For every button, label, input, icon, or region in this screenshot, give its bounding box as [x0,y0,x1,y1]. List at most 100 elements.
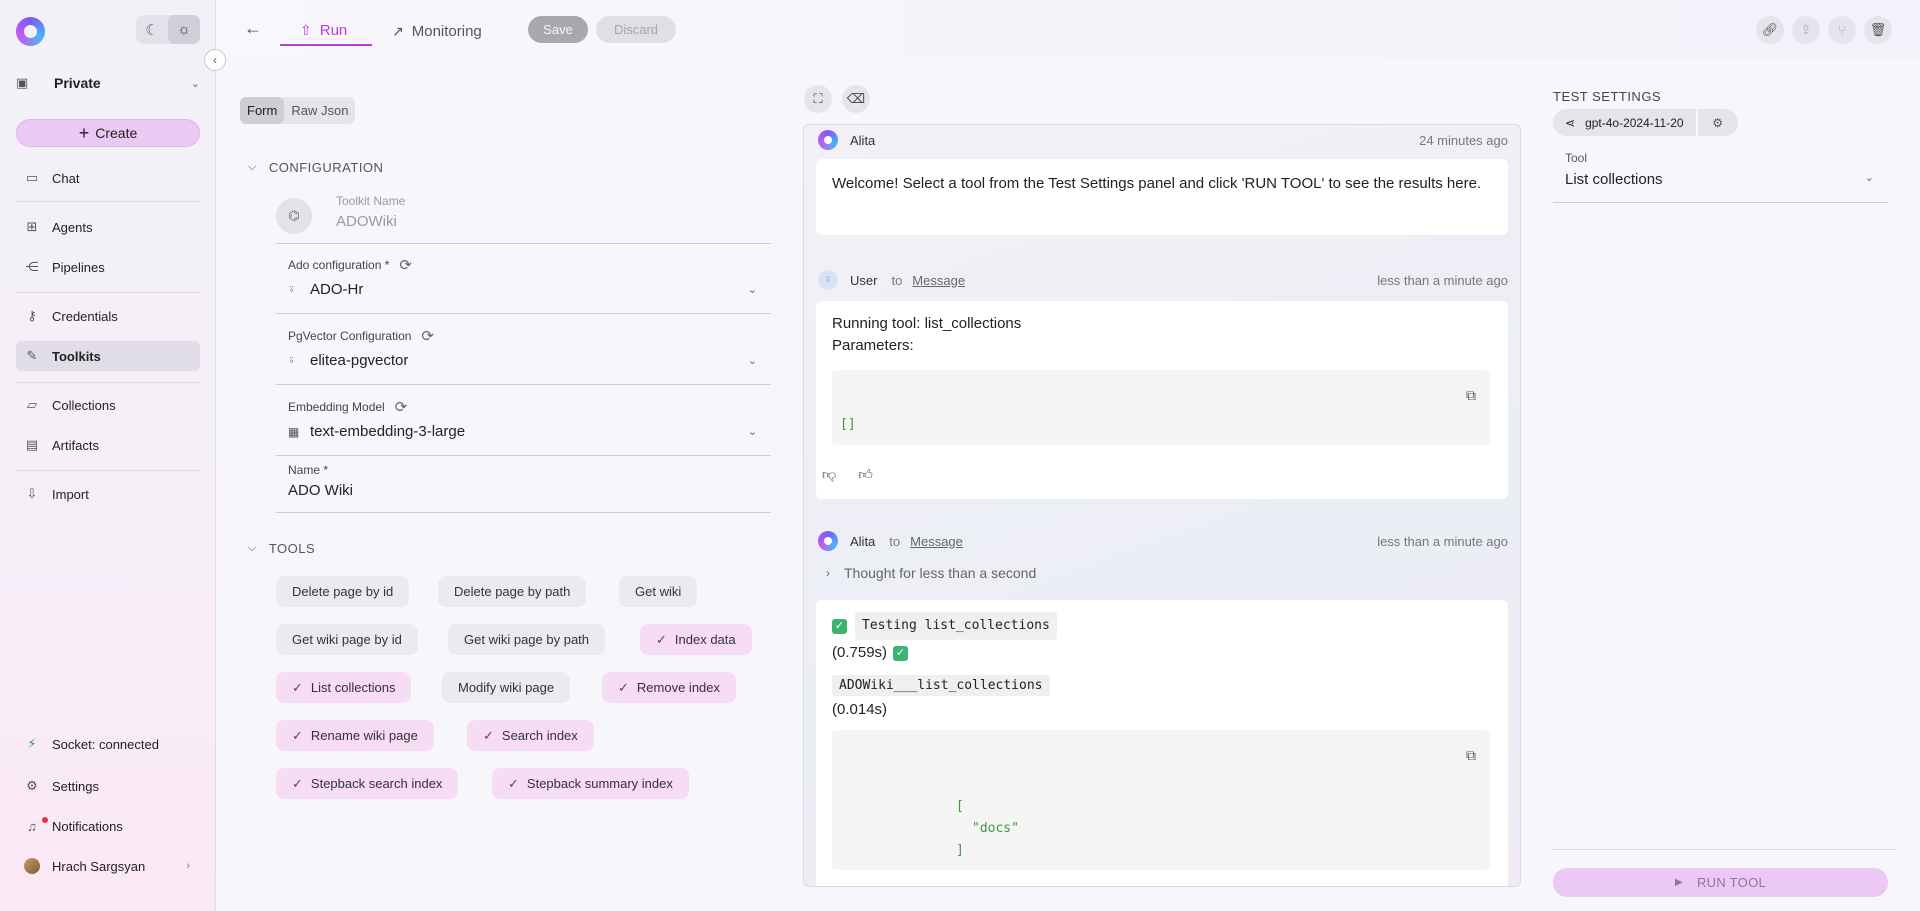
link-icon[interactable]: 🔗︎ [1756,16,1784,44]
moon-icon[interactable]: ☾ [136,15,168,44]
tool-chip[interactable]: ✓ Remove index [602,672,737,703]
message-target-link[interactable]: Message [912,273,965,288]
sidebar-item-notifications[interactable]: ♫ Notifications [16,811,200,841]
sidebar-item-label: Collections [52,397,116,413]
collapse-sidebar-button[interactable]: ‹ [204,49,226,71]
divider [16,292,200,293]
check-icon: ✓ [292,679,303,695]
fork-icon[interactable]: ⑂ [1828,16,1856,44]
model-settings-icon[interactable]: ⚙ [1697,109,1738,136]
message-target-link[interactable]: Message [910,534,963,549]
tool-chip-label: Rename wiki page [310,728,418,743]
tool-chip[interactable]: Delete page by id [276,576,410,607]
create-label: Create [95,125,138,141]
ado-configuration-select[interactable]: Ado configuration * ⟳ ⍤ ADO-Hr ⌄ [276,256,771,314]
alita-avatar [818,130,838,150]
divider [16,382,200,383]
import-icon: ⇩ [26,486,38,501]
message-text: Running tool: list_collections [832,315,1022,332]
embedding-model-select[interactable]: Embedding Model ⟳ ▦ text-embedding-3-lar… [276,398,771,456]
field-label: Embedding Model [288,400,385,414]
sidebar-item-collections[interactable]: ▱ Collections [16,390,200,420]
sidebar-item-credentials[interactable]: ⚷ Credentials [16,301,200,331]
tool-chip[interactable]: Modify wiki page [442,672,571,703]
tool-chip[interactable]: Get wiki [619,576,698,607]
sidebar-item-artifacts[interactable]: ▤ Artifacts [16,430,200,460]
view-form-button[interactable]: Form [240,97,285,124]
clear-chat-icon[interactable]: ⌫ [842,85,870,113]
tool-chip[interactable]: Get wiki page by path [448,624,606,655]
code-text: [] [840,417,856,432]
view-raw-json-button[interactable]: Raw Json [284,97,355,124]
tools-section-header[interactable]: ⌵ TOOLS [248,538,315,558]
sidebar-item-toolkits[interactable]: ✎ Toolkits [16,341,200,371]
sidebar-item-pipelines[interactable]: ⋲ Pipelines [16,252,200,282]
export-icon[interactable]: ⇪ [1792,16,1820,44]
refresh-icon[interactable]: ⟳ [399,256,412,274]
toolkit-name-field[interactable]: Toolkit Name ADOWiki [276,194,771,244]
fullscreen-icon[interactable]: ⛶ [804,85,832,113]
tool-chip-label: Get wiki page by id [292,632,402,647]
chevron-down-icon: ⌵ [248,541,257,554]
tool-chip[interactable]: ✓ Rename wiki page [276,720,434,751]
tool-select[interactable]: Tool List collections ⌄ [1553,151,1888,203]
tool-chip[interactable]: Delete page by path [438,576,587,607]
tool-chip[interactable]: ✓ Search index [467,720,594,751]
project-selector[interactable]: ▣ Private ⌄ [16,70,200,96]
message-to: to [891,272,903,288]
code-text: [ [956,799,964,814]
sidebar-item-chat[interactable]: ▭ Chat [16,163,200,193]
app-logo[interactable] [16,17,45,46]
tab-run[interactable]: ⇧ Run [280,16,372,46]
copy-icon[interactable]: ⧉ [1466,744,1476,766]
refresh-icon[interactable]: ⟳ [395,398,408,416]
sidebar-item-agents[interactable]: ⊞ Agents [16,212,200,242]
model-chip[interactable]: ⋖ gpt-4o-2024-11-20 [1553,109,1696,136]
thumbs-up-icon[interactable]: 👍︎ [858,463,873,485]
sidebar-item-settings[interactable]: ⚙ Settings [16,771,200,801]
run-tool-button[interactable]: ▶ RUN TOOL [1553,868,1888,897]
theme-toggle[interactable]: ☾ ☼ [136,15,200,44]
check-icon: ✓ [292,775,303,791]
tool-chip-label: Delete page by path [454,584,571,599]
user-menu[interactable]: Hrach Sargsyan › [16,851,200,881]
create-button[interactable]: + Create [16,119,200,147]
model-selector[interactable]: ⋖ gpt-4o-2024-11-20 ⚙ [1553,109,1738,136]
thumbs-down-icon[interactable]: 👎︎ [822,463,836,485]
field-label: Toolkit Name [336,194,406,208]
briefcase-icon: ▣ [16,75,29,90]
tool-chip[interactable]: ✓ List collections [276,672,412,703]
chevron-down-icon: ⌄ [747,355,757,367]
back-arrow-icon[interactable]: ← [244,18,262,39]
trash-icon[interactable]: 🗑︎ [1864,16,1892,44]
tool-chip[interactable]: Get wiki page by id [276,624,418,655]
wrench-icon: ✎ [26,348,38,363]
chevron-right-icon: › [186,860,190,872]
refresh-icon[interactable]: ⟳ [421,327,434,345]
tool-chip[interactable]: ✓ Index data [640,624,752,655]
tool-chip[interactable]: ✓ Stepback summary index [492,768,689,799]
tab-monitoring[interactable]: ↗ Monitoring [392,16,482,46]
gear-icon: ⚙ [26,778,38,793]
person-icon: ⍤ [288,282,296,296]
field-value: elitea-pgvector [310,352,409,369]
name-field[interactable]: Name * ADO Wiki [276,463,771,513]
sidebar-item-label: Chat [52,170,80,186]
elapsed-time: (0.014s) [832,701,888,718]
configuration-section-header[interactable]: ⌵ CONFIGURATION [248,157,383,177]
thought-toggle[interactable]: › Thought for less than a second [826,565,1036,581]
chat-icon: ▭ [25,170,39,185]
sidebar-item-import[interactable]: ⇩ Import [16,479,200,509]
sidebar-item-label: Artifacts [52,437,99,453]
tool-chip[interactable]: ✓ Stepback search index [276,768,459,799]
pgvector-configuration-select[interactable]: PgVector Configuration ⟳ ⍤ elitea-pgvect… [276,327,771,385]
tool-chip-label: Stepback search index [310,776,443,791]
copy-icon[interactable]: ⧉ [1466,384,1476,406]
discard-button[interactable]: Discard [596,16,676,43]
sun-icon[interactable]: ☼ [168,15,200,44]
sidebar-item-label: Notifications [52,818,123,834]
inline-code: ADOWiki___list_collections [832,675,1050,696]
model-name: gpt-4o-2024-11-20 [1585,115,1684,130]
save-button[interactable]: Save [528,16,588,43]
check-icon: ✓ [483,727,494,743]
